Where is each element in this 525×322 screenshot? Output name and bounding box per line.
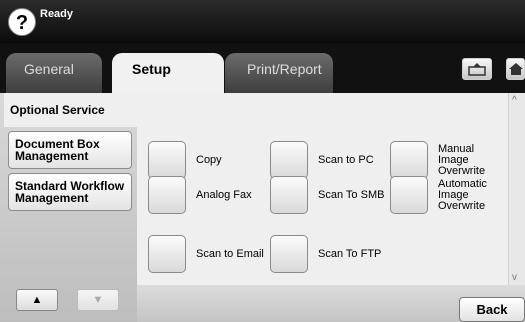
tab-bar: General Print/Report Setup [0,43,525,93]
scroll-up-icon[interactable]: ^ [512,95,517,106]
status-text: Ready [40,8,74,20]
tab-setup[interactable]: Setup [112,53,224,93]
back-button[interactable]: Back [459,297,525,322]
option-scan-to-smb[interactable]: Scan To SMB [270,176,384,214]
page-down-button[interactable]: ▼ [77,289,119,311]
checkbox[interactable] [148,176,186,214]
option-label: Scan To FTP [318,247,382,260]
checkbox[interactable] [270,141,308,179]
option-label: Scan to Email [196,247,264,260]
sidebar-item-standard-workflow-management[interactable]: Standard Workflow Management [8,173,132,211]
option-scan-to-pc[interactable]: Scan to PC [270,141,374,179]
help-icon[interactable]: ? [8,8,36,36]
checkbox[interactable] [148,141,186,179]
option-manual-image-overwrite[interactable]: Manual Image Overwrite [390,141,496,179]
sidebar: Optional Service Document Box Management… [0,93,137,322]
checkbox[interactable] [148,235,186,273]
sidebar-item-document-box-management[interactable]: Document Box Management [8,131,132,169]
options-panel: Copy Scan to PC Manual Image Overwrite A… [137,93,525,285]
home-icon[interactable] [506,58,525,80]
option-label: Automatic Image Overwrite [438,177,487,212]
tab-general[interactable]: General [6,53,102,93]
scrollbar[interactable]: ^ v [508,93,525,285]
box-export-icon[interactable] [462,58,492,80]
checkbox[interactable] [390,176,428,214]
checkbox[interactable] [270,235,308,273]
option-analog-fax[interactable]: Analog Fax [148,176,252,214]
option-automatic-image-overwrite[interactable]: Automatic Image Overwrite [390,176,488,214]
option-label: Scan to PC [318,153,374,166]
page-up-button[interactable]: ▲ [16,289,58,311]
checkbox[interactable] [390,141,428,179]
checkbox[interactable] [270,176,308,214]
option-label: Scan To SMB [318,188,385,201]
option-scan-to-ftp[interactable]: Scan To FTP [270,235,381,273]
option-copy[interactable]: Copy [148,141,222,179]
option-scan-to-email[interactable]: Scan to Email [148,235,264,273]
status-bar: ? Ready [0,0,525,43]
tab-print-report[interactable]: Print/Report [225,53,333,93]
option-label: Manual Image Overwrite [438,142,486,177]
option-label: Copy [196,153,222,166]
scroll-down-icon[interactable]: v [512,272,517,283]
option-label: Analog Fax [196,188,252,201]
sidebar-item-optional-service[interactable]: Optional Service [4,93,137,127]
